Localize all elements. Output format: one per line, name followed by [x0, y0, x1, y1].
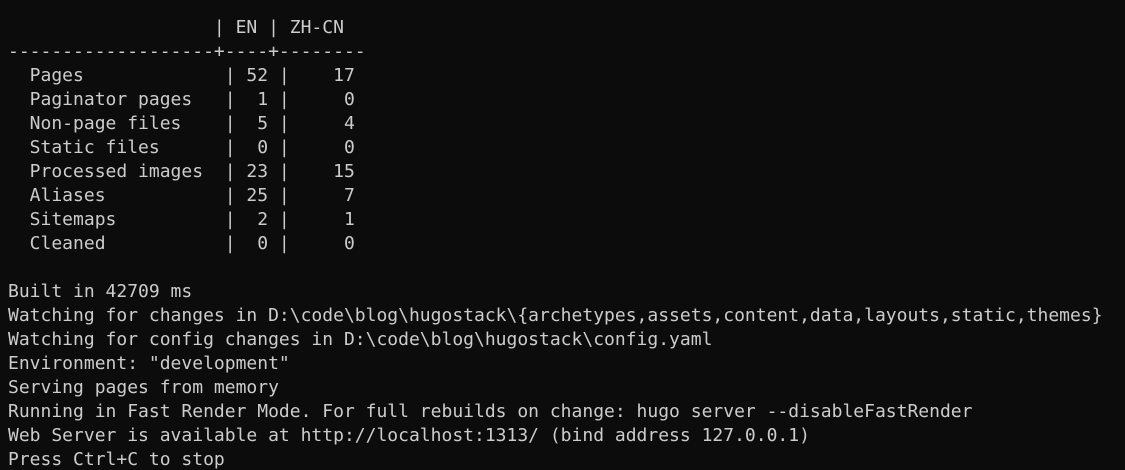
- log-line-fast-render: Running in Fast Render Mode. For full re…: [8, 401, 973, 422]
- stats-row-aliases: Aliases | 25 | 7: [8, 185, 355, 206]
- stats-row-sitemaps: Sitemaps | 2 | 1: [8, 209, 355, 230]
- log-line-environment: Environment: "development": [8, 353, 290, 374]
- stats-table-separator: -------------------+----+--------: [8, 41, 366, 62]
- stats-row-static-files: Static files | 0 | 0: [8, 137, 355, 158]
- stats-row-non-page-files: Non-page files | 5 | 4: [8, 113, 355, 134]
- stats-row-cleaned: Cleaned | 0 | 0: [8, 233, 355, 254]
- stats-row-pages: Pages | 52 | 17: [8, 65, 355, 86]
- log-line-build-time: Built in 42709 ms: [8, 281, 193, 302]
- server-log: Built in 42709 ms Watching for changes i…: [8, 280, 1125, 470]
- stats-row-paginator-pages: Paginator pages | 1 | 0: [8, 89, 355, 110]
- stats-table-header: | EN | ZH-CN: [8, 17, 344, 38]
- log-line-serving-memory: Serving pages from memory: [8, 377, 279, 398]
- stats-table: | EN | ZH-CN -------------------+----+--…: [8, 16, 1125, 256]
- log-line-web-server: Web Server is available at http://localh…: [8, 425, 810, 446]
- stats-row-processed-images: Processed images | 23 | 15: [8, 161, 355, 182]
- log-line-press-ctrl-c: Press Ctrl+C to stop: [8, 449, 225, 470]
- log-line-watching-config: Watching for config changes in D:\code\b…: [8, 329, 713, 350]
- terminal-window[interactable]: | EN | ZH-CN -------------------+----+--…: [0, 0, 1125, 470]
- log-line-watching-changes: Watching for changes in D:\code\blog\hug…: [8, 305, 1103, 326]
